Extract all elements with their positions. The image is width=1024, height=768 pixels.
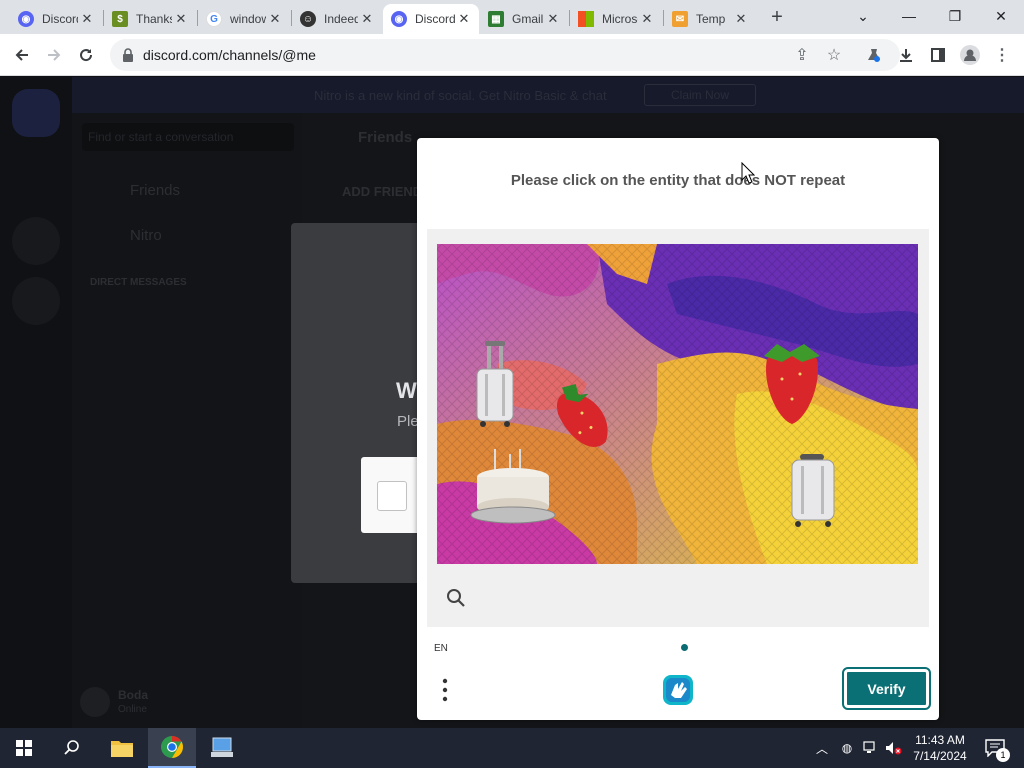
user-name: Boda <box>118 688 148 702</box>
minimize-button[interactable]: — <box>886 0 932 32</box>
new-tab-button[interactable]: + <box>766 4 788 30</box>
remote-desktop-icon[interactable] <box>198 728 246 768</box>
system-clock[interactable]: 11:43 AM 7/14/2024 <box>912 732 968 764</box>
welcome-text: Ple <box>397 413 419 430</box>
search-input[interactable]: Find or start a conversation <box>82 123 294 151</box>
add-friend-label[interactable]: ADD FRIEND <box>342 184 422 199</box>
side-panel-icon[interactable] <box>926 43 950 67</box>
zoom-icon[interactable] <box>445 587 467 609</box>
mail-icon: ✉ <box>672 11 688 27</box>
tab-title: Temp <box>696 12 726 26</box>
challenge-panel <box>427 229 929 627</box>
user-status: Online <box>118 704 147 715</box>
browser-tab[interactable]: $ Thanks ✕ <box>104 4 196 34</box>
browser-tab[interactable]: G windows ✕ <box>198 4 290 34</box>
close-icon[interactable]: ✕ <box>172 11 190 27</box>
nitro-nav-label[interactable]: Nitro <box>130 227 162 244</box>
nitro-banner-text: Nitro is a new kind of social. Get Nitro… <box>314 88 607 103</box>
direct-messages-label: DIRECT MESSAGES <box>90 277 187 288</box>
notification-count-badge: 1 <box>996 748 1010 762</box>
money-icon: $ <box>112 11 128 27</box>
mouse-cursor-icon <box>741 162 755 184</box>
channel-sidebar <box>72 113 302 728</box>
close-icon[interactable]: ✕ <box>358 11 376 27</box>
clock-time: 11:43 AM <box>915 733 965 747</box>
close-icon[interactable]: ✕ <box>638 11 656 27</box>
search-icon[interactable] <box>48 728 96 768</box>
close-icon[interactable]: ✕ <box>266 11 284 27</box>
download-icon[interactable] <box>894 43 918 67</box>
challenge-image[interactable] <box>437 244 918 564</box>
clock-date: 7/14/2024 <box>913 749 967 763</box>
chevron-up-icon[interactable]: ︿ <box>812 728 832 768</box>
forward-icon[interactable] <box>42 43 66 67</box>
reload-icon[interactable] <box>74 43 98 67</box>
menu-kebab-icon[interactable] <box>437 676 453 704</box>
browser-tab[interactable]: ▦ Gmail ✕ <box>480 4 568 34</box>
address-bar[interactable]: discord.com/channels/@me ⇪ ☆ <box>110 39 900 71</box>
notifications-icon[interactable]: 1 <box>980 728 1010 768</box>
browser-tab-bar: ◉ Discord ✕ $ Thanks ✕ G windows ✕ ☺ Ind… <box>0 0 1024 34</box>
back-icon[interactable] <box>10 43 34 67</box>
browser-tab[interactable]: ✉ Temp ✕ <box>664 4 756 34</box>
tab-title: Indeed <box>324 12 358 26</box>
extension-icon[interactable] <box>862 43 886 67</box>
browser-tab[interactable]: Microsoft ✕ <box>570 4 662 34</box>
browser-tab[interactable]: ◉ Discord ✕ <box>10 4 102 34</box>
tab-title: Microsoft <box>602 12 638 26</box>
browser-toolbar: discord.com/channels/@me ⇪ ☆ ⋮ <box>0 34 1024 76</box>
language-selector[interactable]: EN <box>434 643 448 654</box>
lock-icon <box>123 48 133 62</box>
chrome-taskbar-icon[interactable] <box>148 728 196 768</box>
friends-nav-label[interactable]: Friends <box>130 182 180 199</box>
tab-title: Discord <box>415 12 455 26</box>
close-icon[interactable]: ✕ <box>732 11 750 27</box>
google-icon: G <box>206 11 222 27</box>
network-icon[interactable] <box>862 728 880 768</box>
tab-title: Thanks <box>136 12 172 26</box>
browser-tab-active[interactable]: ◉ Discord ✕ <box>383 4 479 34</box>
character-icon: ☺ <box>300 11 316 27</box>
captcha-dialog: Please click on the entity that does NOT… <box>417 138 939 720</box>
restore-button[interactable]: ❐ <box>932 0 978 32</box>
server-icon[interactable] <box>12 277 60 325</box>
header-friends: Friends <box>358 129 413 146</box>
suitcase-object <box>791 454 835 527</box>
browser-tab[interactable]: ☺ Indeed ✕ <box>292 4 382 34</box>
windows-start-icon[interactable] <box>0 728 48 768</box>
welcome-title: W <box>396 378 417 403</box>
discord-icon: ◉ <box>18 11 34 27</box>
game-icon: ▦ <box>488 11 504 27</box>
share-icon[interactable]: ⇪ <box>790 43 814 67</box>
file-explorer-icon[interactable] <box>98 728 146 768</box>
server-icon[interactable] <box>12 217 60 265</box>
tab-title: Discord <box>42 12 78 26</box>
close-icon[interactable]: ✕ <box>544 11 562 27</box>
tab-title: windows <box>230 12 266 26</box>
user-avatar[interactable] <box>80 687 110 717</box>
profile-avatar-icon[interactable] <box>958 43 982 67</box>
hcaptcha-logo-icon <box>663 675 693 705</box>
discord-icon: ◉ <box>391 11 407 27</box>
meet-now-icon[interactable]: ◍ <box>838 728 856 768</box>
claim-button[interactable]: Claim Now <box>644 84 756 106</box>
tab-title: Gmail <box>512 12 544 26</box>
menu-kebab-icon[interactable]: ⋮ <box>990 43 1014 67</box>
page-indicator-dot <box>681 644 688 651</box>
verify-button[interactable]: Verify <box>842 667 931 710</box>
bookmark-star-icon[interactable]: ☆ <box>822 43 846 67</box>
home-server-icon[interactable] <box>12 89 60 137</box>
close-window-button[interactable]: ✕ <box>978 0 1024 32</box>
microsoft-icon <box>578 11 594 27</box>
tab-search-icon[interactable]: ⌄ <box>840 0 886 32</box>
captcha-checkbox[interactable] <box>377 481 407 511</box>
close-icon[interactable]: ✕ <box>78 11 96 27</box>
server-rail <box>0 77 72 728</box>
volume-muted-icon[interactable] <box>884 728 904 768</box>
windows-taskbar: ︿ ◍ 11:43 AM 7/14/2024 1 <box>0 728 1024 768</box>
url-text: discord.com/channels/@me <box>143 47 316 63</box>
captcha-prompt: Please click on the entity that does NOT… <box>510 172 846 189</box>
close-icon[interactable]: ✕ <box>455 11 473 27</box>
